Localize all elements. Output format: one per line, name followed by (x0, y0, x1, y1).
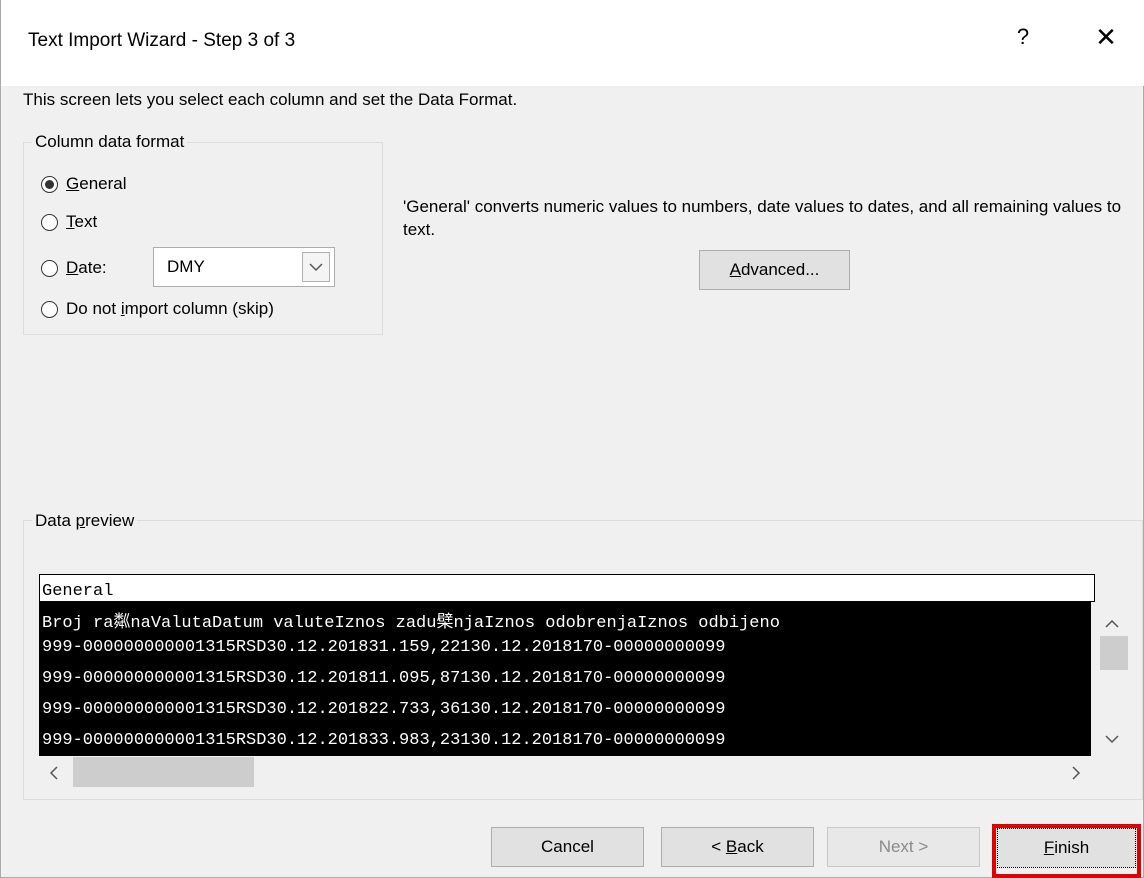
close-icon[interactable]: ✕ (1091, 22, 1121, 53)
preview-row: Broj ra粼naValutaDatum valuteIznos zadu檗n… (42, 614, 780, 633)
preview-row: 999-000000000001315RSD30.12.201811.095,8… (42, 669, 726, 688)
preview-row: 999-000000000001315RSD30.12.201822.733,3… (42, 700, 726, 719)
finish-highlight (992, 824, 1141, 878)
horizontal-scroll-thumb[interactable] (73, 757, 254, 787)
scroll-down-glyph (1105, 735, 1119, 744)
radio-general[interactable]: General (41, 174, 127, 194)
data-preview-label: Data preview (32, 511, 138, 531)
radio-skip[interactable]: Do not import column (skip) (41, 299, 274, 319)
radio-text-label: Text (66, 212, 98, 231)
date-format-value: DMY (167, 257, 205, 276)
scroll-right-icon[interactable] (1072, 764, 1081, 785)
format-description: 'General' converts numeric values to num… (403, 197, 1122, 239)
help-button[interactable]: ? (1011, 24, 1035, 50)
radio-general-circle[interactable] (41, 175, 58, 193)
scroll-up-icon[interactable] (1105, 612, 1119, 633)
radio-date-circle[interactable] (41, 259, 58, 277)
chevron-down-icon[interactable] (302, 252, 330, 282)
data-preview-grid[interactable]: General Broj ra粼naValutaDatum valuteIzno… (39, 574, 1095, 756)
vertical-scroll-thumb[interactable] (1100, 636, 1128, 670)
radio-text-circle[interactable] (41, 213, 58, 231)
text-import-wizard-dialog: Text Import Wizard - Step 3 of 3 ? ✕ Thi… (0, 0, 1144, 878)
column-header[interactable]: General (39, 574, 1095, 602)
chevron-down-glyph (309, 262, 323, 271)
scroll-right-glyph (1072, 766, 1081, 780)
scroll-up-glyph (1105, 619, 1119, 628)
radio-skip-label: Do not import column (skip) (66, 299, 274, 318)
preview-row: 999-000000000001315RSD30.12.201833.983,2… (42, 731, 726, 750)
next-button[interactable]: Next > (827, 827, 980, 867)
advanced-button[interactable]: Advanced... (699, 250, 850, 290)
back-button-label: < Back (711, 837, 764, 856)
scroll-left-icon[interactable] (49, 764, 58, 785)
scroll-down-icon[interactable] (1105, 728, 1119, 749)
radio-general-label: General (66, 174, 127, 193)
advanced-button-label: Advanced... (729, 260, 820, 279)
preview-rows[interactable]: Broj ra粼naValutaDatum valuteIznos zadu檗n… (39, 602, 1091, 756)
cancel-button[interactable]: Cancel (491, 827, 644, 867)
title-bar: Text Import Wizard - Step 3 of 3 ? ✕ (1, 0, 1144, 86)
dialog-title: Text Import Wizard - Step 3 of 3 (28, 30, 296, 51)
back-button[interactable]: < Back (661, 827, 814, 867)
column-data-format-label: Column data format (32, 132, 188, 152)
radio-date-label: Date: (66, 258, 107, 277)
radio-skip-circle[interactable] (41, 300, 58, 318)
radio-selected-dot (45, 179, 54, 189)
date-format-select[interactable]: DMY (153, 247, 335, 287)
scroll-left-glyph (49, 766, 58, 780)
column-header-label: General (42, 582, 114, 601)
radio-text[interactable]: Text (41, 212, 97, 232)
preview-row: 999-000000000001315RSD30.12.201831.159,2… (42, 638, 726, 657)
radio-date[interactable]: Date: (41, 258, 107, 278)
intro-text: This screen lets you select each column … (23, 90, 518, 109)
